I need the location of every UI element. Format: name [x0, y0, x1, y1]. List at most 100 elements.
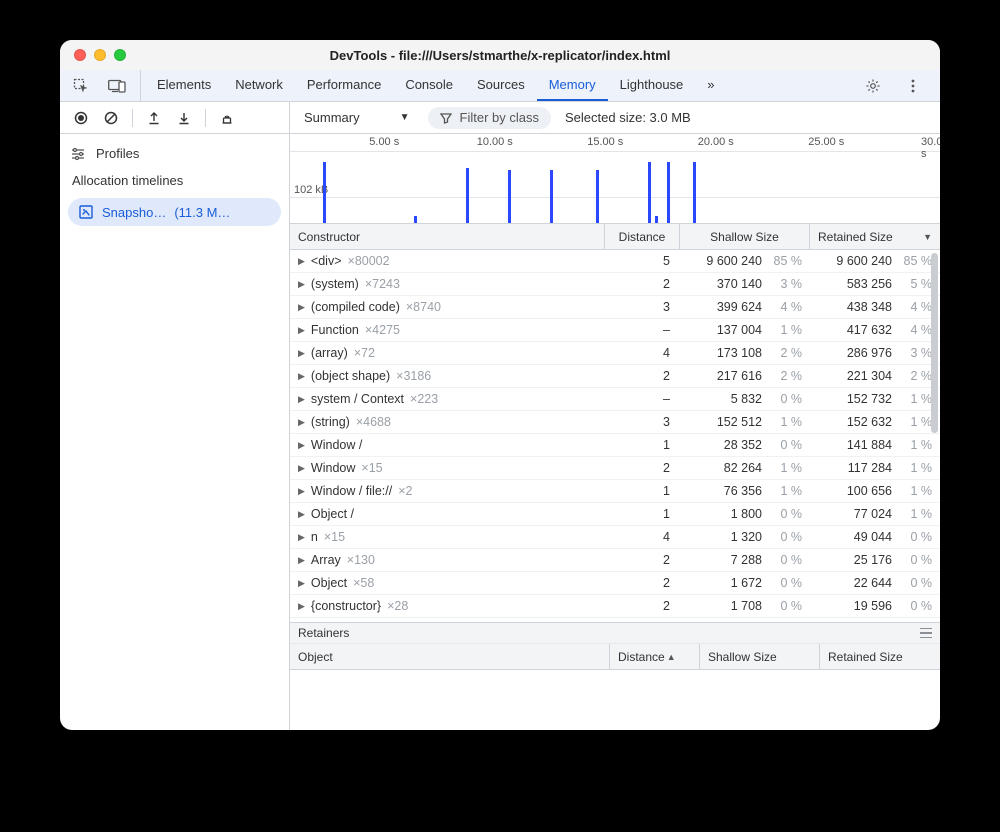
- expand-icon[interactable]: ▶: [298, 394, 305, 405]
- sliders-icon: [70, 147, 86, 161]
- profiles-header[interactable]: Profiles: [60, 140, 289, 167]
- row-shallow: 76 356: [690, 484, 762, 498]
- export-icon[interactable]: [141, 105, 167, 131]
- section-allocation-timelines[interactable]: Allocation timelines: [60, 167, 289, 194]
- expand-icon[interactable]: ▶: [298, 256, 305, 267]
- close-icon[interactable]: [74, 49, 86, 61]
- row-shallow-pct: 0 %: [766, 599, 802, 613]
- table-row[interactable]: ▶(compiled code) ×87403399 6244 %438 348…: [290, 296, 940, 319]
- row-shallow-pct: 1 %: [766, 461, 802, 475]
- tabs-overflow-icon[interactable]: »: [695, 70, 723, 101]
- import-icon[interactable]: [171, 105, 197, 131]
- expand-icon[interactable]: ▶: [298, 302, 305, 313]
- row-shallow: 1 800: [690, 507, 762, 521]
- window-title: DevTools - file:///Users/stmarthe/x-repl…: [60, 48, 940, 63]
- row-count: ×15: [324, 530, 345, 544]
- table-row[interactable]: ▶(array) ×724173 1082 %286 9763 %: [290, 342, 940, 365]
- table-row[interactable]: ▶Object /11 8000 %77 0241 %: [290, 503, 940, 526]
- table-row[interactable]: ▶n ×1541 3200 %49 0440 %: [290, 526, 940, 549]
- constructors-body[interactable]: ▶<div> ×8000259 600 24085 %9 600 24085 %…: [290, 250, 940, 622]
- table-row[interactable]: ▶Window ×15282 2641 %117 2841 %: [290, 457, 940, 480]
- expand-icon[interactable]: ▶: [298, 601, 305, 612]
- record-icon[interactable]: [68, 105, 94, 131]
- view-select[interactable]: Summary ▼: [300, 110, 414, 125]
- row-name: Object: [311, 576, 347, 590]
- rcol-distance[interactable]: Distance▲: [610, 644, 700, 669]
- tab-network[interactable]: Network: [223, 70, 295, 101]
- expand-icon[interactable]: ▶: [298, 509, 305, 520]
- row-shallow-pct: 4 %: [766, 300, 802, 314]
- table-row[interactable]: ▶Object ×5821 6720 %22 6440 %: [290, 572, 940, 595]
- class-filter-input[interactable]: Filter by class: [428, 107, 551, 129]
- expand-icon[interactable]: ▶: [298, 325, 305, 336]
- table-row[interactable]: ▶system / Context ×223–5 8320 %152 7321 …: [290, 388, 940, 411]
- table-row[interactable]: ▶<div> ×8000259 600 24085 %9 600 24085 %: [290, 250, 940, 273]
- kebab-menu-icon[interactable]: [900, 73, 926, 99]
- row-retained: 152 732: [820, 392, 892, 406]
- panel-menu-icon[interactable]: [920, 628, 932, 638]
- garbage-collect-icon[interactable]: [214, 105, 240, 131]
- rcol-retained[interactable]: Retained Size: [820, 644, 940, 669]
- row-shallow: 9 600 240: [690, 254, 762, 268]
- devtools-window: DevTools - file:///Users/stmarthe/x-repl…: [60, 40, 940, 730]
- expand-icon[interactable]: ▶: [298, 279, 305, 290]
- table-row[interactable]: ▶Function ×4275–137 0041 %417 6324 %: [290, 319, 940, 342]
- scrollbar-thumb[interactable]: [931, 253, 938, 433]
- table-row[interactable]: ▶(string) ×46883152 5121 %152 6321 %: [290, 411, 940, 434]
- filter-placeholder: Filter by class: [460, 110, 539, 125]
- expand-icon[interactable]: ▶: [298, 417, 305, 428]
- maximize-icon[interactable]: [114, 49, 126, 61]
- row-retained-pct: 1 %: [896, 507, 932, 521]
- row-retained: 141 884: [820, 438, 892, 452]
- table-row[interactable]: ▶(system) ×72432370 1403 %583 2565 %: [290, 273, 940, 296]
- row-retained-pct: 4 %: [896, 300, 932, 314]
- tab-performance[interactable]: Performance: [295, 70, 393, 101]
- row-shallow: 82 264: [690, 461, 762, 475]
- expand-icon[interactable]: ▶: [298, 440, 305, 451]
- row-shallow-pct: 0 %: [766, 553, 802, 567]
- tab-memory[interactable]: Memory: [537, 70, 608, 101]
- row-distance: 2: [605, 277, 680, 291]
- retainers-columns: Object Distance▲ Shallow Size Retained S…: [290, 644, 940, 670]
- row-count: ×223: [410, 392, 438, 406]
- expand-icon[interactable]: ▶: [298, 578, 305, 589]
- table-row[interactable]: ▶Window /128 3520 %141 8841 %: [290, 434, 940, 457]
- row-distance: 2: [605, 369, 680, 383]
- col-retained-size[interactable]: Retained Size ▼: [810, 224, 940, 249]
- tab-elements[interactable]: Elements: [145, 70, 223, 101]
- col-constructor[interactable]: Constructor: [290, 224, 605, 249]
- row-shallow-pct: 2 %: [766, 346, 802, 360]
- retainers-header[interactable]: Retainers: [290, 622, 940, 644]
- expand-icon[interactable]: ▶: [298, 463, 305, 474]
- table-row[interactable]: ▶Array ×13027 2880 %25 1760 %: [290, 549, 940, 572]
- clear-icon[interactable]: [98, 105, 124, 131]
- expand-icon[interactable]: ▶: [298, 486, 305, 497]
- col-shallow-size[interactable]: Shallow Size: [680, 224, 810, 249]
- tab-lighthouse[interactable]: Lighthouse: [608, 70, 696, 101]
- snapshot-item[interactable]: Snapsho… (11.3 M…: [68, 198, 281, 226]
- expand-icon[interactable]: ▶: [298, 371, 305, 382]
- table-row[interactable]: ▶(object shape) ×31862217 6162 %221 3042…: [290, 365, 940, 388]
- tab-sources[interactable]: Sources: [465, 70, 537, 101]
- table-row[interactable]: ▶Window / file:// ×2176 3561 %100 6561 %: [290, 480, 940, 503]
- inspect-element-icon[interactable]: [68, 73, 94, 99]
- gear-icon[interactable]: [860, 73, 886, 99]
- table-row[interactable]: ▶{constructor} ×2821 7080 %19 5960 %: [290, 595, 940, 618]
- device-toolbar-icon[interactable]: [104, 73, 130, 99]
- row-distance: 4: [605, 530, 680, 544]
- row-distance: 1: [605, 507, 680, 521]
- row-count: ×4275: [365, 323, 400, 337]
- allocation-timeline[interactable]: 5.00 s 10.00 s 15.00 s 20.00 s 25.00 s 3…: [290, 134, 940, 224]
- row-shallow-pct: 1 %: [766, 415, 802, 429]
- tab-console[interactable]: Console: [393, 70, 465, 101]
- expand-icon[interactable]: ▶: [298, 348, 305, 359]
- row-name: (object shape): [311, 369, 390, 383]
- col-distance[interactable]: Distance: [605, 224, 680, 249]
- expand-icon[interactable]: ▶: [298, 555, 305, 566]
- expand-icon[interactable]: ▶: [298, 532, 305, 543]
- row-count: ×2: [398, 484, 412, 498]
- rcol-object[interactable]: Object: [290, 644, 610, 669]
- row-retained: 19 596: [820, 599, 892, 613]
- rcol-shallow[interactable]: Shallow Size: [700, 644, 820, 669]
- minimize-icon[interactable]: [94, 49, 106, 61]
